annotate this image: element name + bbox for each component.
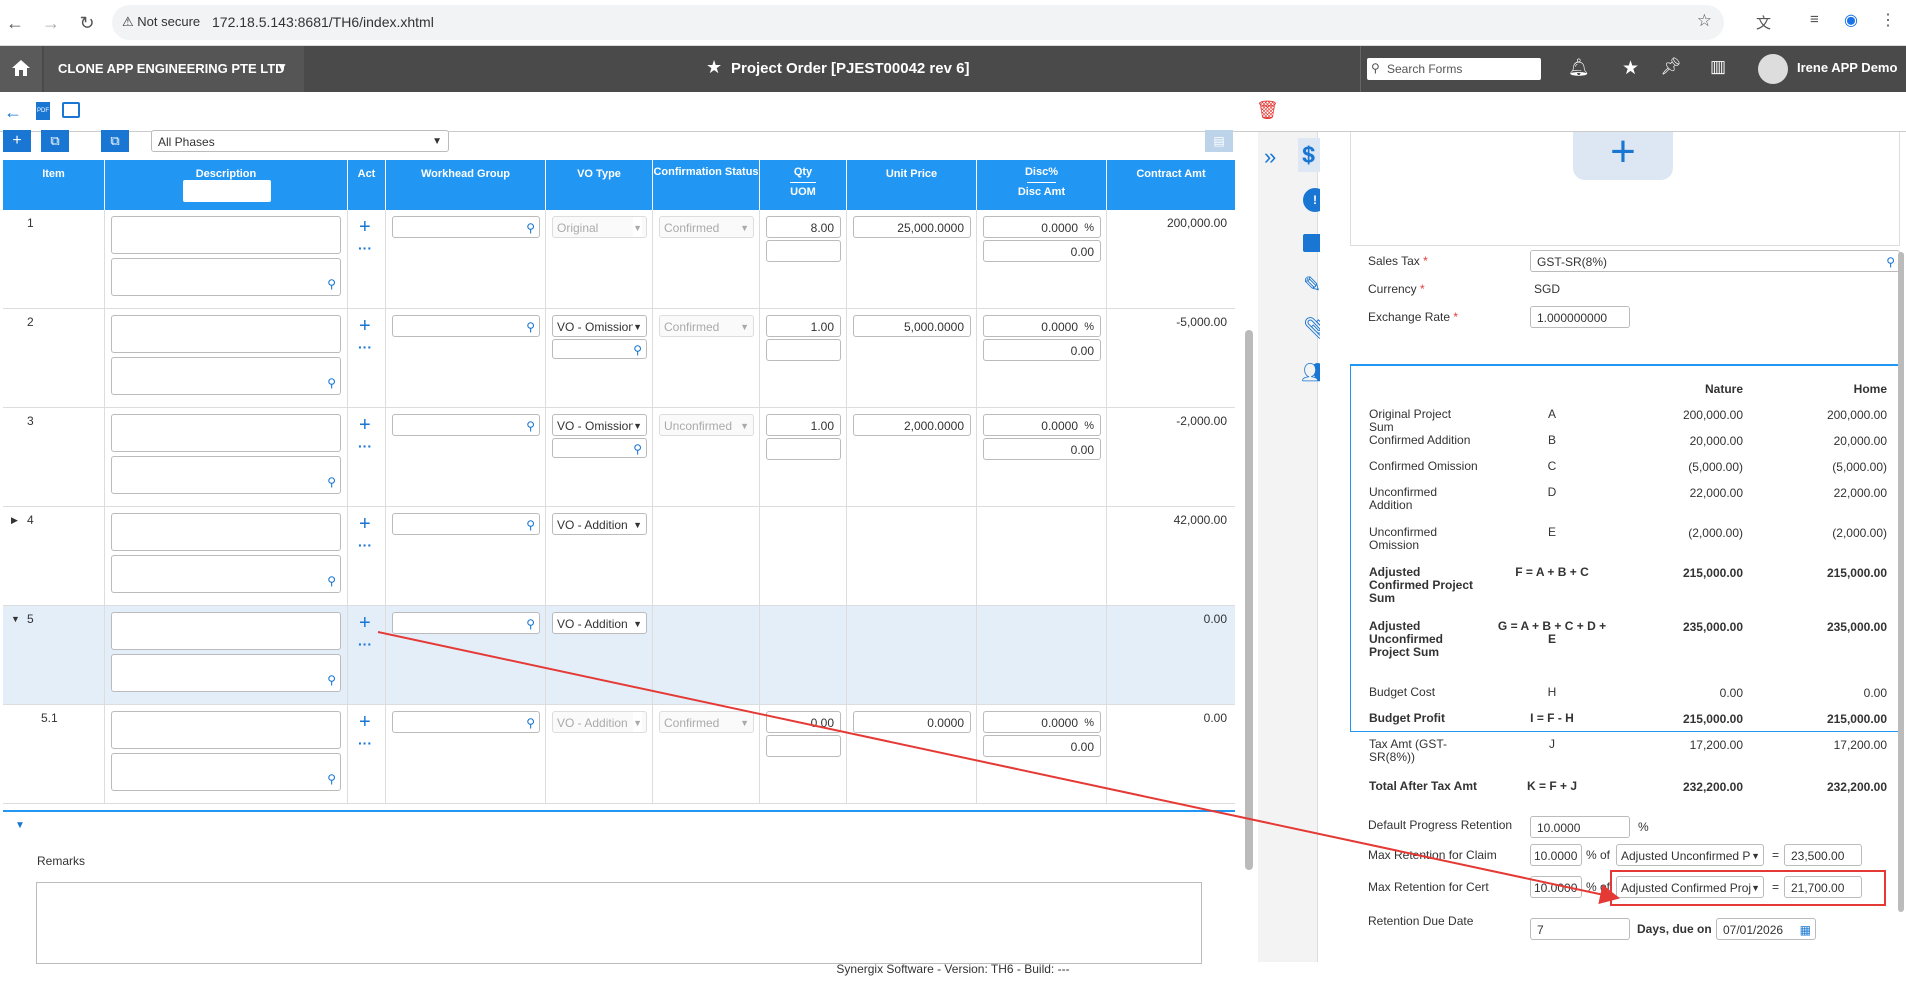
footer-text: Synergix Software - Version: TH6 - Build… (836, 962, 1070, 976)
annotation-arrow (377, 631, 1620, 905)
